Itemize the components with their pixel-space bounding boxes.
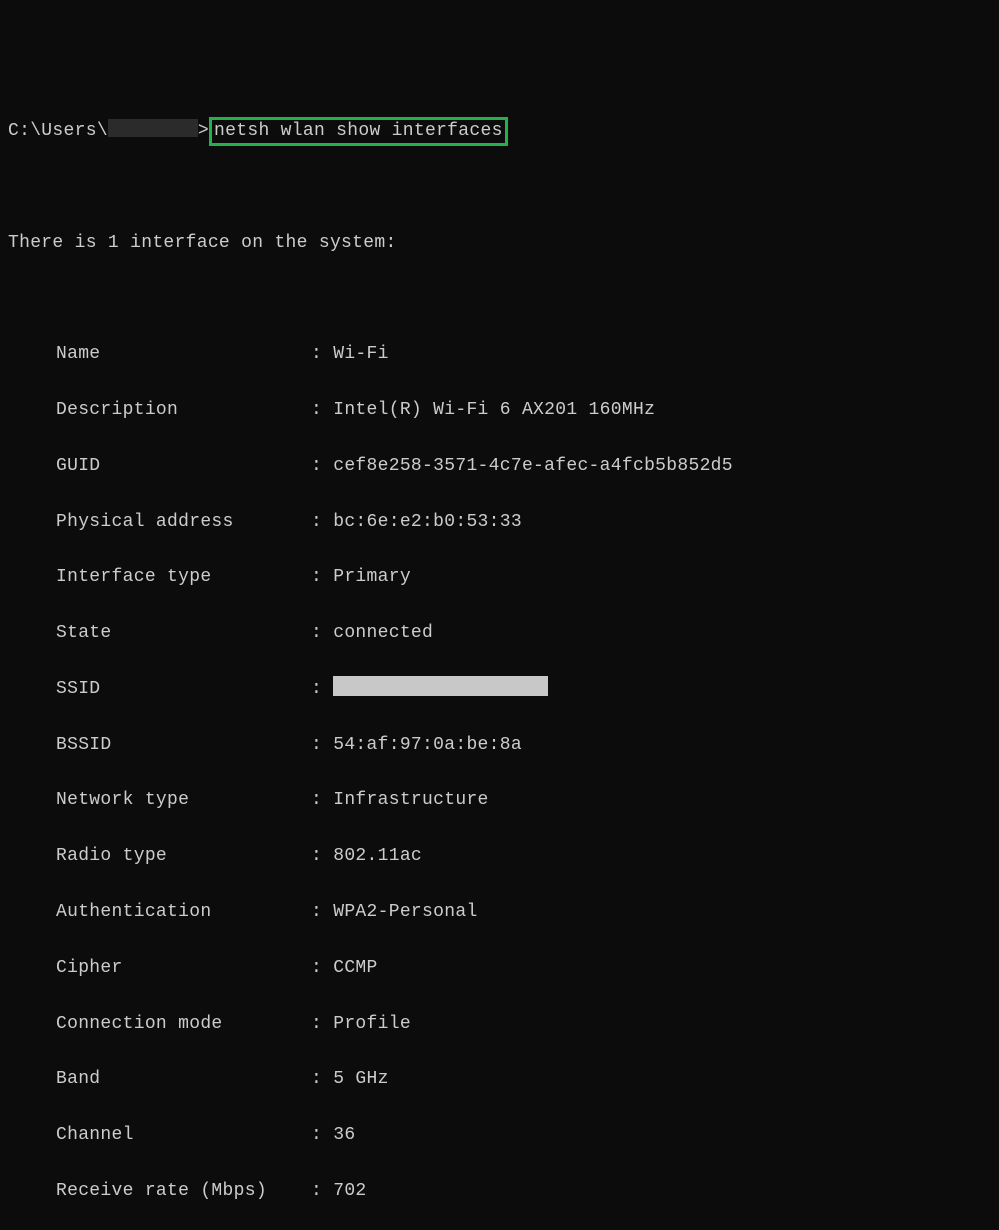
key-physical-address: Physical address bbox=[56, 509, 311, 537]
blank-line bbox=[8, 174, 991, 202]
val-bssid: 54:af:97:0a:be:8a bbox=[333, 735, 522, 755]
val-connection-mode: Profile bbox=[333, 1014, 411, 1034]
val-name: Wi-Fi bbox=[333, 344, 389, 364]
val-interface-type: Primary bbox=[333, 567, 411, 587]
val-physical-address: bc:6e:e2:b0:53:33 bbox=[333, 512, 522, 532]
separator: : bbox=[311, 790, 333, 810]
interface-header: There is 1 interface on the system: bbox=[8, 230, 991, 258]
row-radio-type: Radio type: 802.11ac bbox=[8, 843, 991, 871]
val-channel: 36 bbox=[333, 1125, 355, 1145]
redacted-username bbox=[108, 119, 198, 137]
separator: : bbox=[311, 1014, 333, 1034]
key-channel: Channel bbox=[56, 1122, 311, 1150]
separator: : bbox=[311, 400, 333, 420]
key-authentication: Authentication bbox=[56, 899, 311, 927]
separator: : bbox=[311, 623, 333, 643]
separator: : bbox=[311, 512, 333, 532]
command-prompt-line[interactable]: C:\Users\ >netsh wlan show interfaces bbox=[8, 117, 991, 146]
key-interface-type: Interface type bbox=[56, 564, 311, 592]
key-bssid: BSSID bbox=[56, 732, 311, 760]
row-bssid: BSSID: 54:af:97:0a:be:8a bbox=[8, 732, 991, 760]
val-cipher: CCMP bbox=[333, 958, 377, 978]
separator: : bbox=[311, 902, 333, 922]
separator: : bbox=[311, 567, 333, 587]
row-cipher: Cipher: CCMP bbox=[8, 955, 991, 983]
val-state: connected bbox=[333, 623, 433, 643]
prompt-prefix: C:\Users\ bbox=[8, 121, 108, 141]
row-physical-address: Physical address: bc:6e:e2:b0:53:33 bbox=[8, 509, 991, 537]
separator: : bbox=[311, 1181, 333, 1201]
row-receive-rate: Receive rate (Mbps): 702 bbox=[8, 1178, 991, 1206]
row-name: Name: Wi-Fi bbox=[8, 341, 991, 369]
separator: : bbox=[311, 958, 333, 978]
val-receive-rate: 702 bbox=[333, 1181, 366, 1201]
key-radio-type: Radio type bbox=[56, 843, 311, 871]
key-guid: GUID bbox=[56, 453, 311, 481]
key-state: State bbox=[56, 620, 311, 648]
command-highlight: netsh wlan show interfaces bbox=[209, 117, 508, 146]
prompt-suffix: > bbox=[198, 121, 209, 141]
val-guid: cef8e258-3571-4c7e-afec-a4fcb5b852d5 bbox=[333, 456, 733, 476]
blank-line bbox=[8, 285, 991, 313]
row-band: Band: 5 GHz bbox=[8, 1066, 991, 1094]
separator: : bbox=[311, 846, 333, 866]
val-radio-type: 802.11ac bbox=[333, 846, 422, 866]
key-name: Name bbox=[56, 341, 311, 369]
separator: : bbox=[311, 344, 333, 364]
row-network-type: Network type: Infrastructure bbox=[8, 787, 991, 815]
row-interface-type: Interface type: Primary bbox=[8, 564, 991, 592]
val-band: 5 GHz bbox=[333, 1069, 389, 1089]
row-connection-mode: Connection mode: Profile bbox=[8, 1011, 991, 1039]
key-band: Band bbox=[56, 1066, 311, 1094]
key-connection-mode: Connection mode bbox=[56, 1011, 311, 1039]
key-receive-rate: Receive rate (Mbps) bbox=[56, 1178, 311, 1206]
separator: : bbox=[311, 456, 333, 476]
row-channel: Channel: 36 bbox=[8, 1122, 991, 1150]
row-state: State: connected bbox=[8, 620, 991, 648]
separator: : bbox=[311, 735, 333, 755]
row-ssid: SSID: bbox=[8, 676, 991, 704]
separator: : bbox=[311, 1125, 333, 1145]
key-cipher: Cipher bbox=[56, 955, 311, 983]
row-authentication: Authentication: WPA2-Personal bbox=[8, 899, 991, 927]
row-guid: GUID: cef8e258-3571-4c7e-afec-a4fcb5b852… bbox=[8, 453, 991, 481]
key-description: Description bbox=[56, 397, 311, 425]
separator: : bbox=[311, 1069, 333, 1089]
val-description: Intel(R) Wi-Fi 6 AX201 160MHz bbox=[333, 400, 655, 420]
val-authentication: WPA2-Personal bbox=[333, 902, 477, 922]
key-network-type: Network type bbox=[56, 787, 311, 815]
row-description: Description: Intel(R) Wi-Fi 6 AX201 160M… bbox=[8, 397, 991, 425]
redacted-ssid bbox=[333, 676, 548, 696]
val-network-type: Infrastructure bbox=[333, 790, 488, 810]
key-ssid: SSID bbox=[56, 676, 311, 704]
separator: : bbox=[311, 679, 333, 699]
command-text: netsh wlan show interfaces bbox=[214, 121, 503, 141]
